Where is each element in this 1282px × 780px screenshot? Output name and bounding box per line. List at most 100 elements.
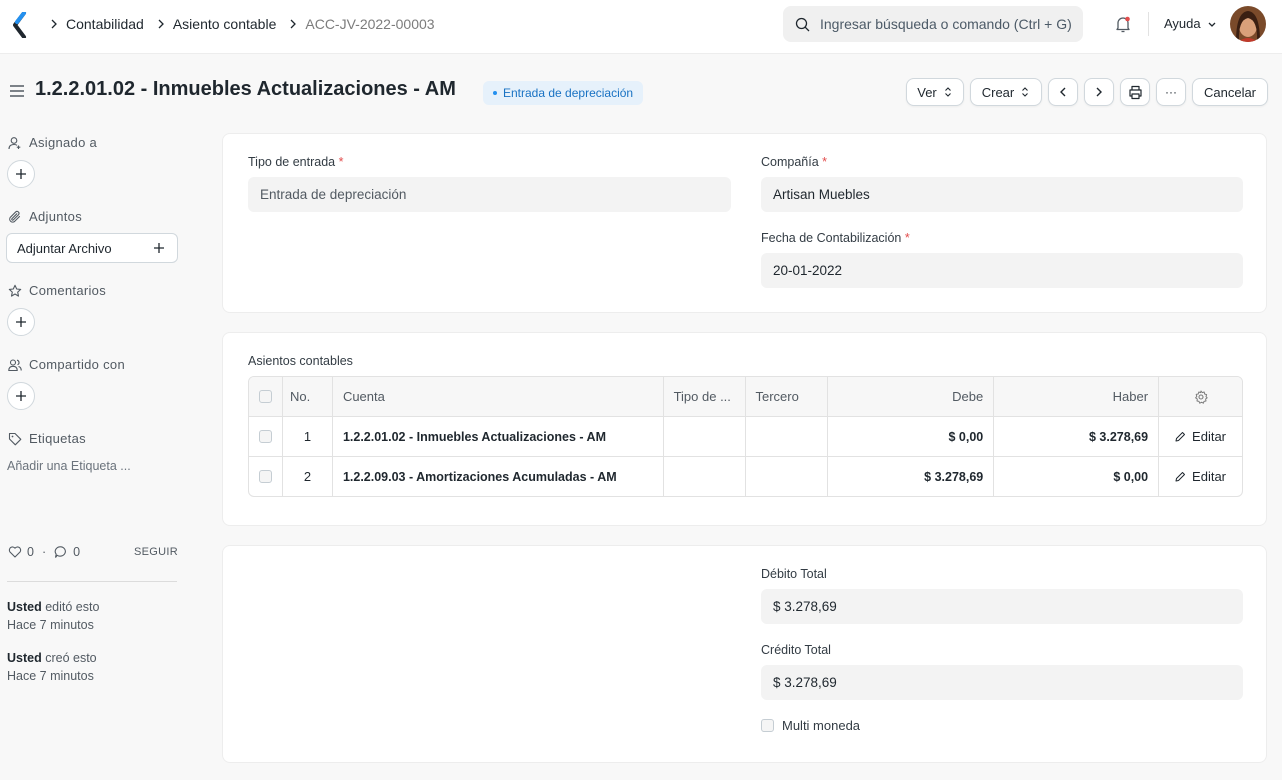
column-account: Cuenta	[331, 377, 663, 416]
view-button[interactable]: Ver	[906, 78, 964, 106]
user-avatar[interactable]	[1230, 6, 1266, 42]
gear-icon[interactable]	[1194, 390, 1208, 404]
follow-button[interactable]: SEGUIR	[134, 546, 178, 558]
row-credit[interactable]: $ 3.278,69	[993, 417, 1158, 456]
breadcrumb-accounting[interactable]: Contabilidad	[66, 16, 144, 32]
row-edit-button[interactable]: Editar	[1158, 417, 1242, 456]
posting-date-label: Fecha de Contabilización *	[761, 231, 910, 245]
activity-action: creó esto	[41, 651, 97, 665]
comments-section: Comentarios	[8, 283, 106, 298]
search-placeholder: Ingresar búsqueda o comando (Ctrl + G)	[820, 16, 1072, 32]
shared-label: Compartido con	[29, 357, 125, 372]
add-comment-button[interactable]	[7, 308, 35, 336]
row-edit-button[interactable]: Editar	[1158, 457, 1242, 496]
more-label: ···	[1165, 85, 1177, 99]
select-all-checkbox[interactable]	[249, 377, 282, 416]
plus-icon	[154, 243, 164, 253]
entry-type-select[interactable]: Entrada de depreciación	[248, 177, 731, 212]
posting-date-field[interactable]: 20-01-2022	[761, 253, 1243, 288]
activity-user: Usted	[7, 651, 42, 665]
next-button[interactable]	[1084, 78, 1114, 106]
share-button[interactable]	[7, 382, 35, 410]
row-checkbox[interactable]	[249, 417, 282, 456]
table-row[interactable]: 1 1.2.2.01.02 - Inmuebles Actualizacione…	[249, 416, 1242, 456]
more-actions-button[interactable]: ···	[1156, 78, 1186, 106]
attachments-section: Adjuntos	[8, 209, 82, 224]
chevron-right-icon	[290, 19, 297, 29]
comments-count: 0	[73, 545, 81, 559]
plus-icon	[16, 391, 26, 401]
row-debit[interactable]: $ 3.278,69	[827, 457, 993, 496]
row-party[interactable]	[744, 417, 828, 456]
search-icon	[795, 17, 810, 31]
column-no: No.	[281, 377, 332, 416]
row-no: 1	[281, 417, 332, 456]
total-credit-field: $ 3.278,69	[761, 665, 1243, 700]
attach-file-label: Adjuntar Archivo	[17, 240, 112, 256]
entry-type-label: Tipo de entrada *	[248, 155, 344, 169]
checkbox-box[interactable]	[761, 719, 774, 732]
status-badge: Entrada de depreciación	[483, 81, 644, 105]
row-checkbox[interactable]	[249, 457, 282, 496]
print-button[interactable]	[1120, 78, 1150, 106]
page-title: 1.2.2.01.02 - Inmuebles Actualizaciones …	[35, 78, 456, 100]
attachments-label: Adjuntos	[29, 209, 82, 224]
paperclip-icon	[9, 210, 21, 223]
column-settings[interactable]	[1158, 377, 1242, 416]
attach-file-button[interactable]: Adjuntar Archivo	[6, 233, 178, 263]
company-field[interactable]: Artisan Muebles	[761, 177, 1243, 212]
row-party-type[interactable]	[662, 417, 745, 456]
chevron-right-icon	[158, 19, 164, 29]
total-debit-label: Débito Total	[761, 567, 827, 581]
chevron-right-icon	[1096, 87, 1102, 97]
comments-label: Comentarios	[29, 283, 106, 298]
row-account[interactable]: 1.2.2.01.02 - Inmuebles Actualizaciones …	[331, 417, 663, 456]
cancel-button[interactable]: Cancelar	[1192, 78, 1268, 106]
tag-icon	[8, 432, 22, 445]
activity-action: editó esto	[41, 600, 100, 614]
multi-currency-checkbox[interactable]: Multi moneda	[761, 718, 860, 733]
users-icon	[8, 358, 22, 371]
separator-dot: ·	[41, 545, 47, 559]
chevron-right-icon	[51, 19, 57, 29]
shared-with-section: Compartido con	[8, 357, 125, 372]
navbar: Contabilidad Asiento contable ACC-JV-202…	[0, 0, 1282, 54]
star-icon	[8, 284, 22, 297]
app-logo-icon[interactable]	[12, 12, 28, 38]
help-dropdown[interactable]: Ayuda	[1164, 16, 1219, 31]
activity-time: Hace 7 minutos	[7, 618, 94, 632]
chevron-down-icon	[1208, 22, 1216, 27]
activity-item: Usted creó esto Hace 7 minutos	[7, 649, 97, 685]
column-party: Tercero	[744, 377, 828, 416]
sort-updown-icon	[944, 87, 951, 97]
multi-currency-label: Multi moneda	[782, 718, 861, 733]
row-debit[interactable]: $ 0,00	[827, 417, 993, 456]
column-debit: Debe	[827, 377, 993, 416]
row-credit[interactable]: $ 0,00	[993, 457, 1158, 496]
add-tag-link[interactable]: Añadir una Etiqueta ...	[7, 459, 131, 473]
column-credit: Haber	[993, 377, 1158, 416]
accounts-table: No. Cuenta Tipo de ... Tercero Debe Habe…	[248, 376, 1243, 497]
table-row[interactable]: 2 1.2.2.09.03 - Amortizaciones Acumulada…	[249, 456, 1242, 496]
row-party-type[interactable]	[662, 457, 745, 496]
breadcrumb-journal-entry[interactable]: Asiento contable	[173, 16, 277, 32]
pencil-icon	[1175, 432, 1186, 442]
notification-bell-icon[interactable]	[1113, 14, 1133, 34]
row-party[interactable]	[744, 457, 828, 496]
row-account[interactable]: 1.2.2.09.03 - Amortizaciones Acumuladas …	[331, 457, 663, 496]
heart-icon[interactable]	[8, 545, 22, 559]
previous-button[interactable]	[1048, 78, 1078, 106]
activity-item: Usted editó esto Hace 7 minutos	[7, 598, 99, 634]
total-credit-label: Crédito Total	[761, 643, 831, 657]
create-button[interactable]: Crear	[970, 78, 1042, 106]
sidebar-divider	[7, 581, 177, 582]
add-assignee-button[interactable]	[7, 160, 35, 188]
chevron-left-icon	[1060, 87, 1066, 97]
search-input[interactable]: Ingresar búsqueda o comando (Ctrl + G)	[783, 6, 1083, 42]
accounts-card: Asientos contables No. Cuenta Tipo de ..…	[222, 332, 1267, 526]
sort-updown-icon	[1022, 87, 1029, 97]
company-label: Compañía *	[761, 155, 828, 169]
column-party-type: Tipo de ...	[662, 377, 745, 416]
breadcrumb-current: ACC-JV-2022-00003	[305, 16, 435, 32]
sidebar-toggle-icon[interactable]	[9, 84, 25, 98]
